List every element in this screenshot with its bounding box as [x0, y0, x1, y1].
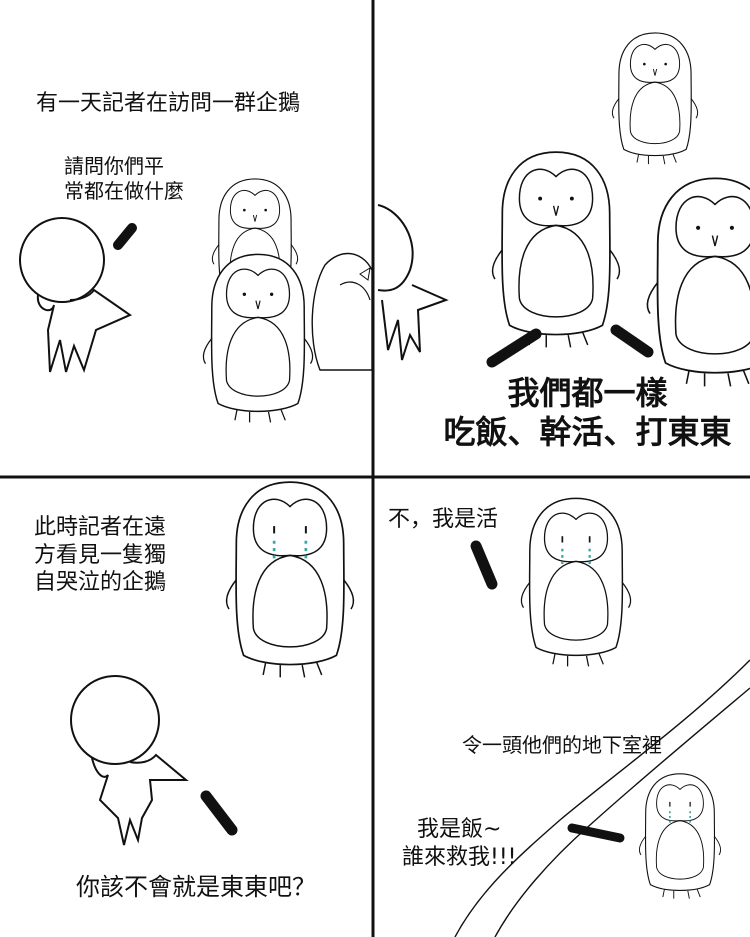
speech-stroke-left [486, 328, 542, 368]
speech-stroke-p4a [470, 540, 498, 590]
speech-stroke-p4b [567, 823, 625, 843]
penguin-right-edge [646, 177, 750, 388]
penguin-top-right [611, 32, 699, 165]
p4-penguin-speech: 不，我是活 [388, 507, 499, 532]
panel-4-art [454, 497, 750, 937]
crying-penguin-close [520, 497, 632, 668]
speech-tail-stroke [113, 223, 137, 250]
speech-stroke-p3 [200, 790, 238, 836]
p2-penguin-speech: 我們都一樣 吃飯、幹活、打東東 [443, 374, 732, 452]
p1-narration: 有一天記者在訪問一群企鵝 [36, 91, 301, 116]
crying-penguin-far [225, 480, 355, 679]
speech-stroke-right [610, 324, 654, 358]
trapped-penguin [638, 772, 722, 900]
penguin-front [202, 253, 314, 424]
p4-basement-narration: 令一頭他們的地下室裡 [462, 733, 662, 757]
penguin-side [311, 252, 373, 371]
reporter-figure-2 [70, 675, 189, 846]
reporter-figure [19, 217, 133, 373]
p4-reporter-question: 你該不會就是東東吧？ [76, 873, 316, 901]
comic-artwork [0, 0, 750, 937]
penguin-center [491, 151, 621, 349]
reporter-partial [377, 204, 449, 361]
p3-narration: 此時記者在遠 方看見一隻獨 自哭泣的企鵝 [34, 515, 167, 595]
panel-2-art [377, 32, 750, 388]
p1-reporter-speech: 請問你們平 常都在做什麼 [64, 154, 184, 203]
comic-page: 有一天記者在訪問一群企鵝 請問你們平 常都在做什麼 我們都一樣 吃飯、幹活、打東… [0, 0, 750, 937]
p4-trapped-speech: 我是飯~ 誰來救我!!! [402, 817, 517, 870]
panel-1-art [19, 178, 373, 424]
